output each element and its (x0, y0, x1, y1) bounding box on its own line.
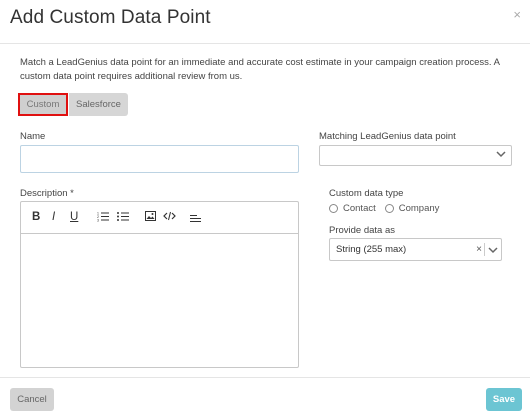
modal-title: Add Custom Data Point (10, 7, 211, 28)
radio-company-label: Company (398, 203, 440, 214)
radio-contact-label: Contact (343, 203, 376, 214)
custom-toggle-button[interactable]: Custom (18, 93, 68, 116)
svg-text:3: 3 (97, 219, 99, 223)
modal-footer: Cancel Save (0, 377, 530, 417)
italic-button[interactable]: I (52, 210, 55, 224)
provide-data-select[interactable]: String (255 max) × (329, 238, 502, 261)
matching-data-point-select[interactable] (319, 145, 512, 166)
modal-header: Add Custom Data Point × (0, 0, 530, 44)
code-icon[interactable] (163, 211, 176, 221)
provide-select-value: String (255 max) (336, 244, 407, 255)
description-editor[interactable]: B I U 1 2 3 (20, 201, 299, 368)
clear-icon[interactable]: × (476, 239, 482, 260)
underline-button[interactable]: U (70, 210, 78, 224)
close-icon[interactable]: × (513, 8, 521, 21)
custom-type-radio-group: Contact Company (329, 203, 448, 214)
editor-toolbar: B I U 1 2 3 (21, 202, 298, 234)
bullet-list-icon[interactable] (117, 211, 129, 222)
matching-label: Matching LeadGenius data point (319, 131, 456, 142)
name-input[interactable] (20, 145, 299, 173)
ordered-list-icon[interactable]: 1 2 3 (97, 211, 109, 222)
save-button[interactable]: Save (486, 388, 522, 411)
radio-company-circle[interactable] (384, 204, 394, 213)
salesforce-toggle-button[interactable]: Salesforce (69, 93, 128, 116)
description-label: Description * (20, 188, 74, 199)
bold-button[interactable]: B (32, 210, 40, 224)
select-divider (484, 243, 485, 256)
radio-company[interactable]: Company (384, 203, 440, 214)
align-icon[interactable] (190, 214, 201, 223)
name-label: Name (20, 131, 46, 142)
custom-type-label: Custom data type (329, 188, 404, 199)
radio-contact-circle[interactable] (329, 204, 338, 213)
chevron-down-icon (496, 151, 506, 158)
chevron-down-icon (488, 247, 498, 254)
radio-contact[interactable]: Contact (329, 203, 376, 214)
intro-text: Match a LeadGenius data point for an imm… (20, 57, 500, 82)
cancel-button[interactable]: Cancel (10, 388, 54, 411)
provide-label: Provide data as (329, 225, 396, 236)
image-icon[interactable] (145, 211, 156, 221)
